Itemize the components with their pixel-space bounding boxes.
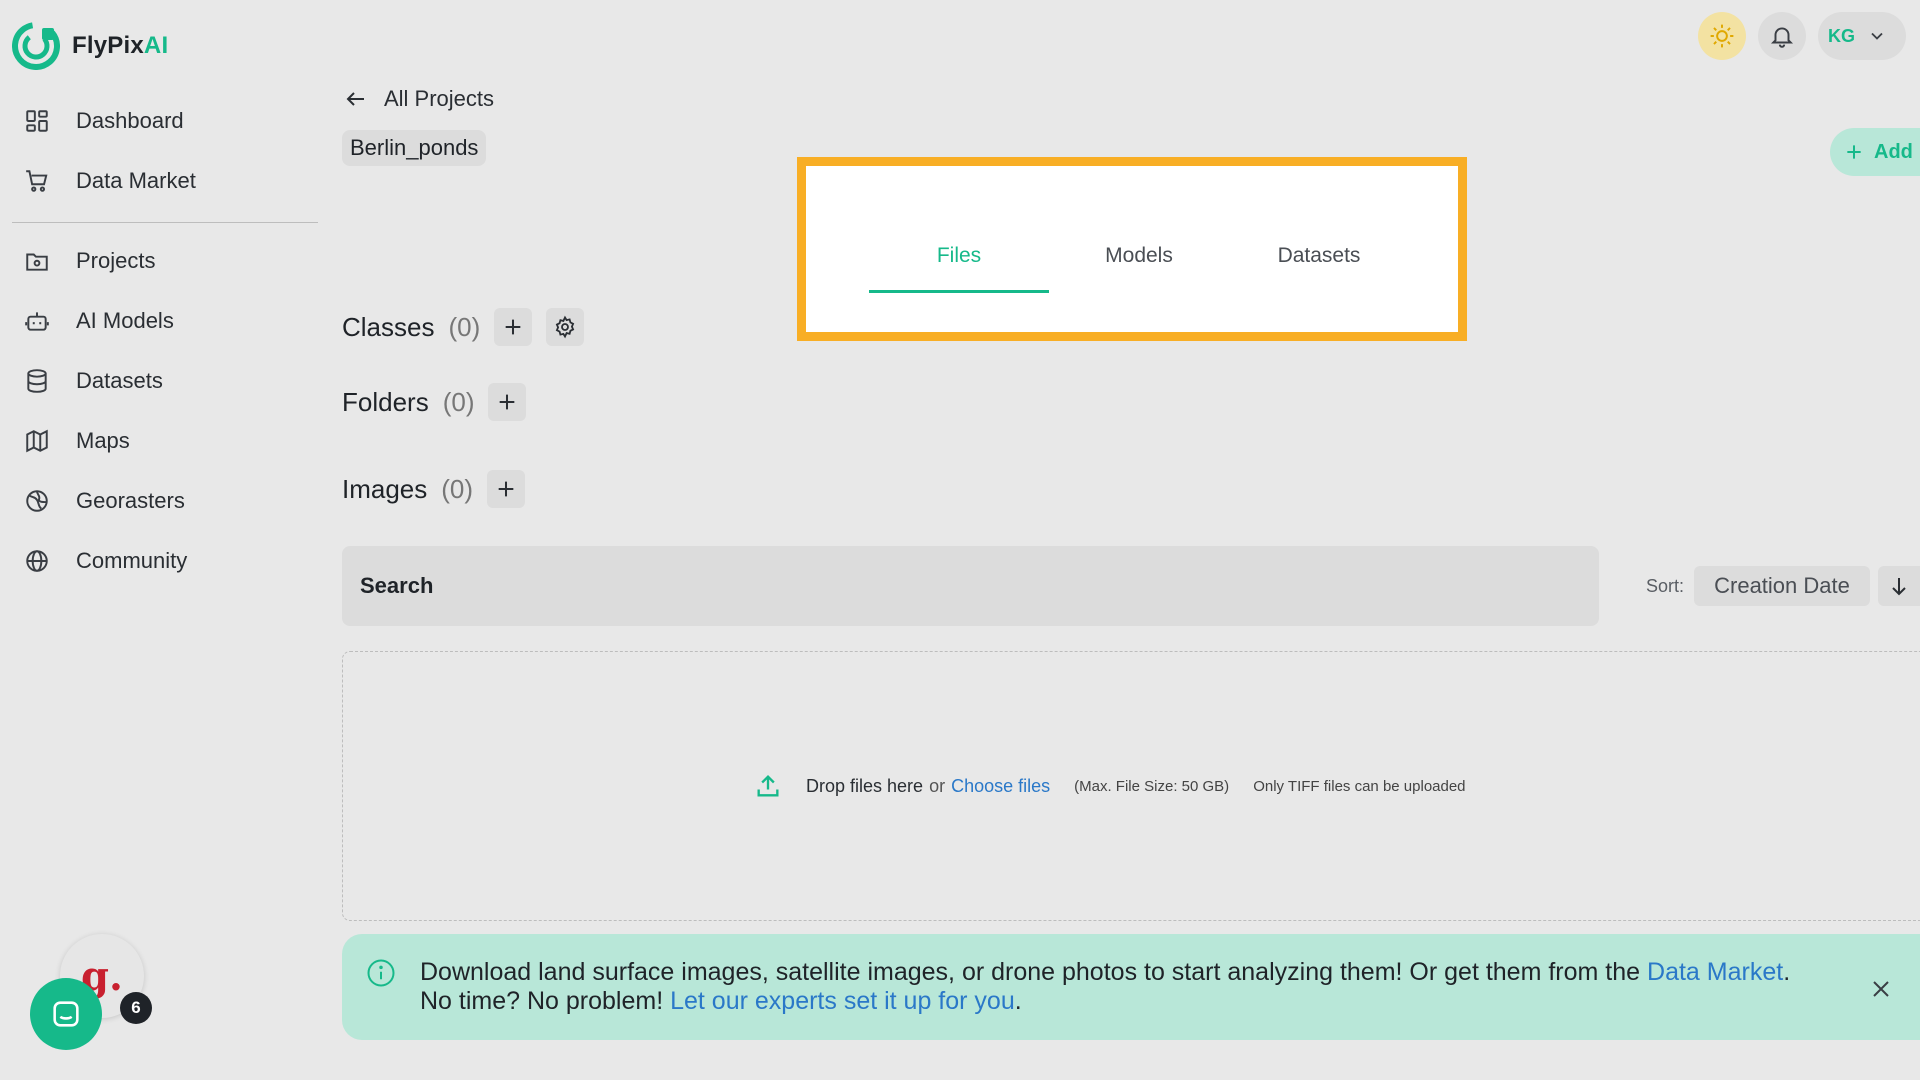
notifications-button[interactable] — [1758, 12, 1806, 60]
sidebar-item-community[interactable]: Community — [24, 548, 187, 574]
sidebar-item-data-market[interactable]: Data Market — [24, 168, 196, 194]
drop-files-text: Drop files here — [806, 775, 924, 796]
sidebar-item-label: Community — [76, 548, 188, 573]
sort-direction-button[interactable] — [1878, 566, 1920, 606]
sidebar-item-dashboard[interactable]: Dashboard — [24, 108, 184, 134]
map-icon — [26, 429, 48, 453]
chat-launcher-button[interactable] — [30, 978, 102, 1050]
images-count: (0) — [441, 473, 474, 504]
banner-message: Download land surface images, satellite … — [420, 958, 1860, 1016]
tab-datasets[interactable]: Datasets — [1229, 244, 1409, 268]
brand-logo[interactable]: FlyPixAI — [12, 22, 168, 70]
banner-line-2: No time? No problem! — [420, 987, 671, 1015]
arrow-down-icon — [1892, 578, 1906, 596]
upload-icon — [757, 775, 779, 797]
dropzone-content: Drop files here or Choose files (Max. Fi… — [754, 772, 1466, 800]
max-file-size: (Max. File Size: 50 GB) — [1074, 777, 1230, 795]
add-label: Add — [1874, 140, 1913, 163]
plus-icon — [498, 481, 514, 497]
folders-section: Folders (0) — [342, 383, 527, 421]
experts-setup-link[interactable]: Let our experts set it up for you — [670, 987, 1015, 1015]
bell-icon — [1770, 27, 1794, 48]
back-to-projects-link[interactable]: All Projects — [344, 86, 494, 112]
search-placeholder: Search — [360, 573, 434, 598]
robot-icon — [25, 312, 49, 331]
data-market-link[interactable]: Data Market — [1647, 958, 1783, 986]
database-icon — [27, 369, 47, 393]
sidebar-item-label: Datasets — [76, 368, 163, 393]
plus-icon — [1847, 145, 1861, 159]
sidebar-item-maps[interactable]: Maps — [24, 428, 130, 454]
add-folder-button[interactable] — [488, 383, 527, 421]
sidebar-item-label: AI Models — [76, 308, 174, 333]
sidebar-item-label: Data Market — [76, 168, 196, 193]
choose-files-link[interactable]: Choose files — [951, 776, 1050, 797]
cart-icon — [26, 170, 48, 192]
folders-count: (0) — [442, 386, 475, 417]
images-label: Images — [342, 473, 428, 504]
back-label: All Projects — [384, 86, 495, 111]
classes-count: (0) — [448, 311, 481, 342]
tab-files[interactable]: Files — [869, 244, 1049, 268]
sidebar-item-label: Projects — [76, 248, 156, 273]
add-class-button[interactable] — [494, 308, 533, 346]
sidebar-divider — [12, 222, 318, 223]
close-banner-button[interactable] — [1866, 974, 1896, 1004]
globe-icon — [26, 550, 48, 572]
classes-section: Classes (0) — [342, 308, 585, 346]
brand-name: FlyPixAI — [72, 32, 169, 59]
banner-period: . — [1014, 987, 1022, 1015]
sidebar-item-datasets[interactable]: Datasets — [24, 368, 163, 394]
add-image-button[interactable] — [487, 470, 526, 508]
active-tab-indicator — [869, 290, 1049, 293]
banner-period: . — [1783, 958, 1791, 986]
or-text: or — [929, 775, 946, 796]
sun-icon — [1710, 24, 1734, 48]
close-icon — [1873, 981, 1889, 997]
user-menu-button[interactable]: KG — [1818, 12, 1906, 60]
arrow-left-icon — [346, 92, 364, 106]
info-icon — [367, 959, 395, 987]
tabs-panel: Files Models Datasets — [797, 157, 1467, 341]
avatar: KG — [1828, 25, 1855, 46]
gear-icon — [556, 315, 575, 339]
classes-label: Classes — [342, 311, 435, 342]
flypix-logo-icon — [12, 22, 60, 70]
chat-icon — [53, 1001, 79, 1027]
folder-icon — [26, 253, 48, 271]
unread-count-badge: 6 — [120, 992, 152, 1024]
class-settings-button[interactable] — [546, 308, 585, 346]
sidebar-item-label: Maps — [76, 428, 130, 453]
tab-models[interactable]: Models — [1049, 244, 1229, 268]
banner-line-1: Download land surface images, satellite … — [420, 958, 1648, 986]
sort-select[interactable]: Creation Date — [1694, 566, 1870, 606]
search-input[interactable]: Search — [342, 546, 1599, 626]
sidebar-item-label: Dashboard — [76, 108, 184, 133]
globe-grid-icon — [26, 490, 48, 512]
sidebar-item-label: Georasters — [76, 488, 185, 513]
sort-label: Sort: — [1646, 576, 1685, 596]
sidebar-item-ai-models[interactable]: AI Models — [24, 308, 174, 334]
sidebar-item-georasters[interactable]: Georasters — [24, 488, 185, 514]
sidebar-item-projects[interactable]: Projects — [24, 248, 155, 274]
file-type-note: Only TIFF files can be uploaded — [1253, 777, 1466, 795]
project-name: Berlin_ponds — [342, 130, 487, 166]
plus-icon — [505, 319, 521, 335]
chevron-down-icon — [1871, 32, 1883, 40]
images-section: Images (0) — [342, 470, 526, 508]
theme-toggle-button[interactable] — [1698, 12, 1746, 60]
plus-icon — [500, 394, 515, 410]
dashboard-icon — [26, 110, 48, 132]
folders-label: Folders — [342, 386, 429, 417]
add-button[interactable]: Add — [1830, 128, 1920, 176]
